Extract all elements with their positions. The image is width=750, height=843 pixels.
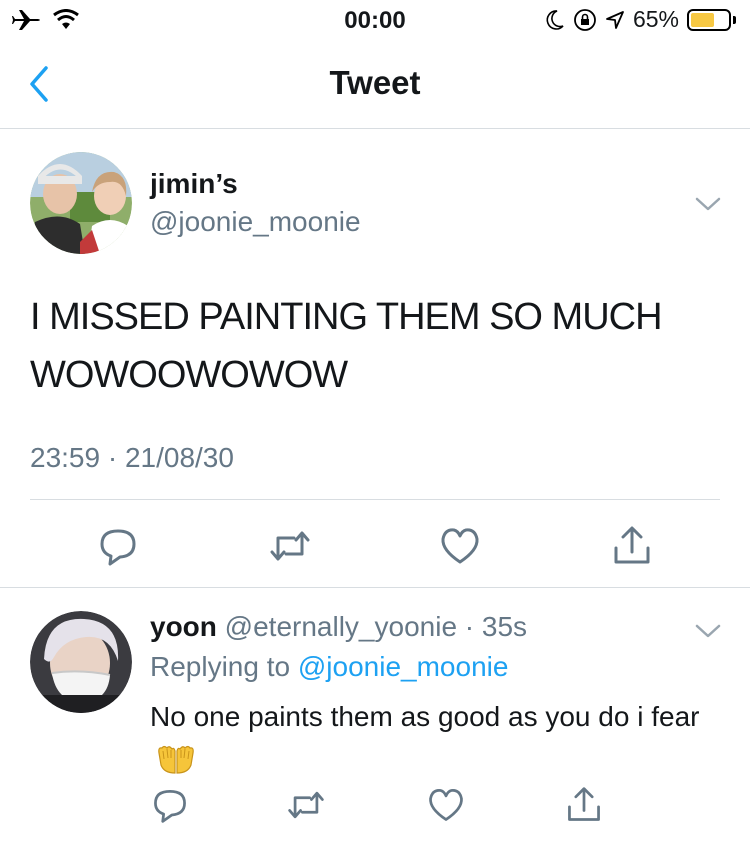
palms-up-together-emoji [158, 745, 194, 774]
rotation-lock-icon [574, 8, 596, 31]
reply-icon[interactable] [96, 524, 140, 568]
status-bar: 00:00 65% [0, 0, 750, 40]
replying-prefix: Replying to [150, 651, 298, 682]
like-icon[interactable] [426, 785, 466, 825]
avatar[interactable] [30, 611, 132, 713]
status-right: 65% [545, 6, 736, 33]
reply-age: 35s [481, 611, 528, 642]
nav-bar: Tweet [0, 40, 750, 129]
main-tweet: jimin’s @joonie_moonie I MISSED PAINTING… [0, 130, 750, 588]
location-icon [606, 10, 624, 29]
reply-text: No one paints them as good as you do i f… [150, 701, 700, 732]
like-icon[interactable] [438, 524, 482, 568]
chevron-down-icon[interactable] [694, 194, 722, 214]
retweet-icon[interactable] [268, 524, 312, 568]
user-handle[interactable]: @joonie_moonie [150, 206, 361, 238]
share-icon[interactable] [564, 785, 604, 825]
divider [30, 499, 720, 500]
separator: · [457, 611, 482, 642]
share-icon[interactable] [610, 524, 654, 568]
replying-to-link[interactable]: @joonie_moonie [298, 651, 509, 682]
user-handle[interactable]: @eternally_yoonie [225, 611, 457, 642]
reply-header: yoon @eternally_yoonie · 35s [150, 611, 527, 643]
chevron-down-icon[interactable] [694, 621, 722, 641]
tweet-actions [0, 524, 750, 572]
reply-tweet[interactable]: yoon @eternally_yoonie · 35s Replying to… [0, 589, 750, 843]
battery-icon [687, 8, 736, 31]
display-name[interactable]: jimin’s [150, 168, 238, 200]
battery-level [691, 12, 715, 27]
replying-to: Replying to @joonie_moonie [150, 651, 508, 683]
moon-icon [546, 9, 564, 30]
reply-icon[interactable] [150, 785, 190, 825]
tweet-timestamp[interactable]: 23:59 · 21/08/30 [30, 442, 234, 474]
page-title: Tweet [329, 64, 421, 101]
avatar[interactable] [30, 152, 132, 254]
retweet-icon[interactable] [286, 785, 326, 825]
display-name[interactable]: yoon [150, 611, 217, 642]
battery-percent: 65% [632, 6, 679, 32]
reply-text-block: No one paints them as good as you do i f… [150, 697, 710, 777]
tweet-text: I MISSED PAINTING THEM SO MUCH WOWOOWOWO… [30, 296, 663, 396]
reply-actions [0, 785, 750, 833]
